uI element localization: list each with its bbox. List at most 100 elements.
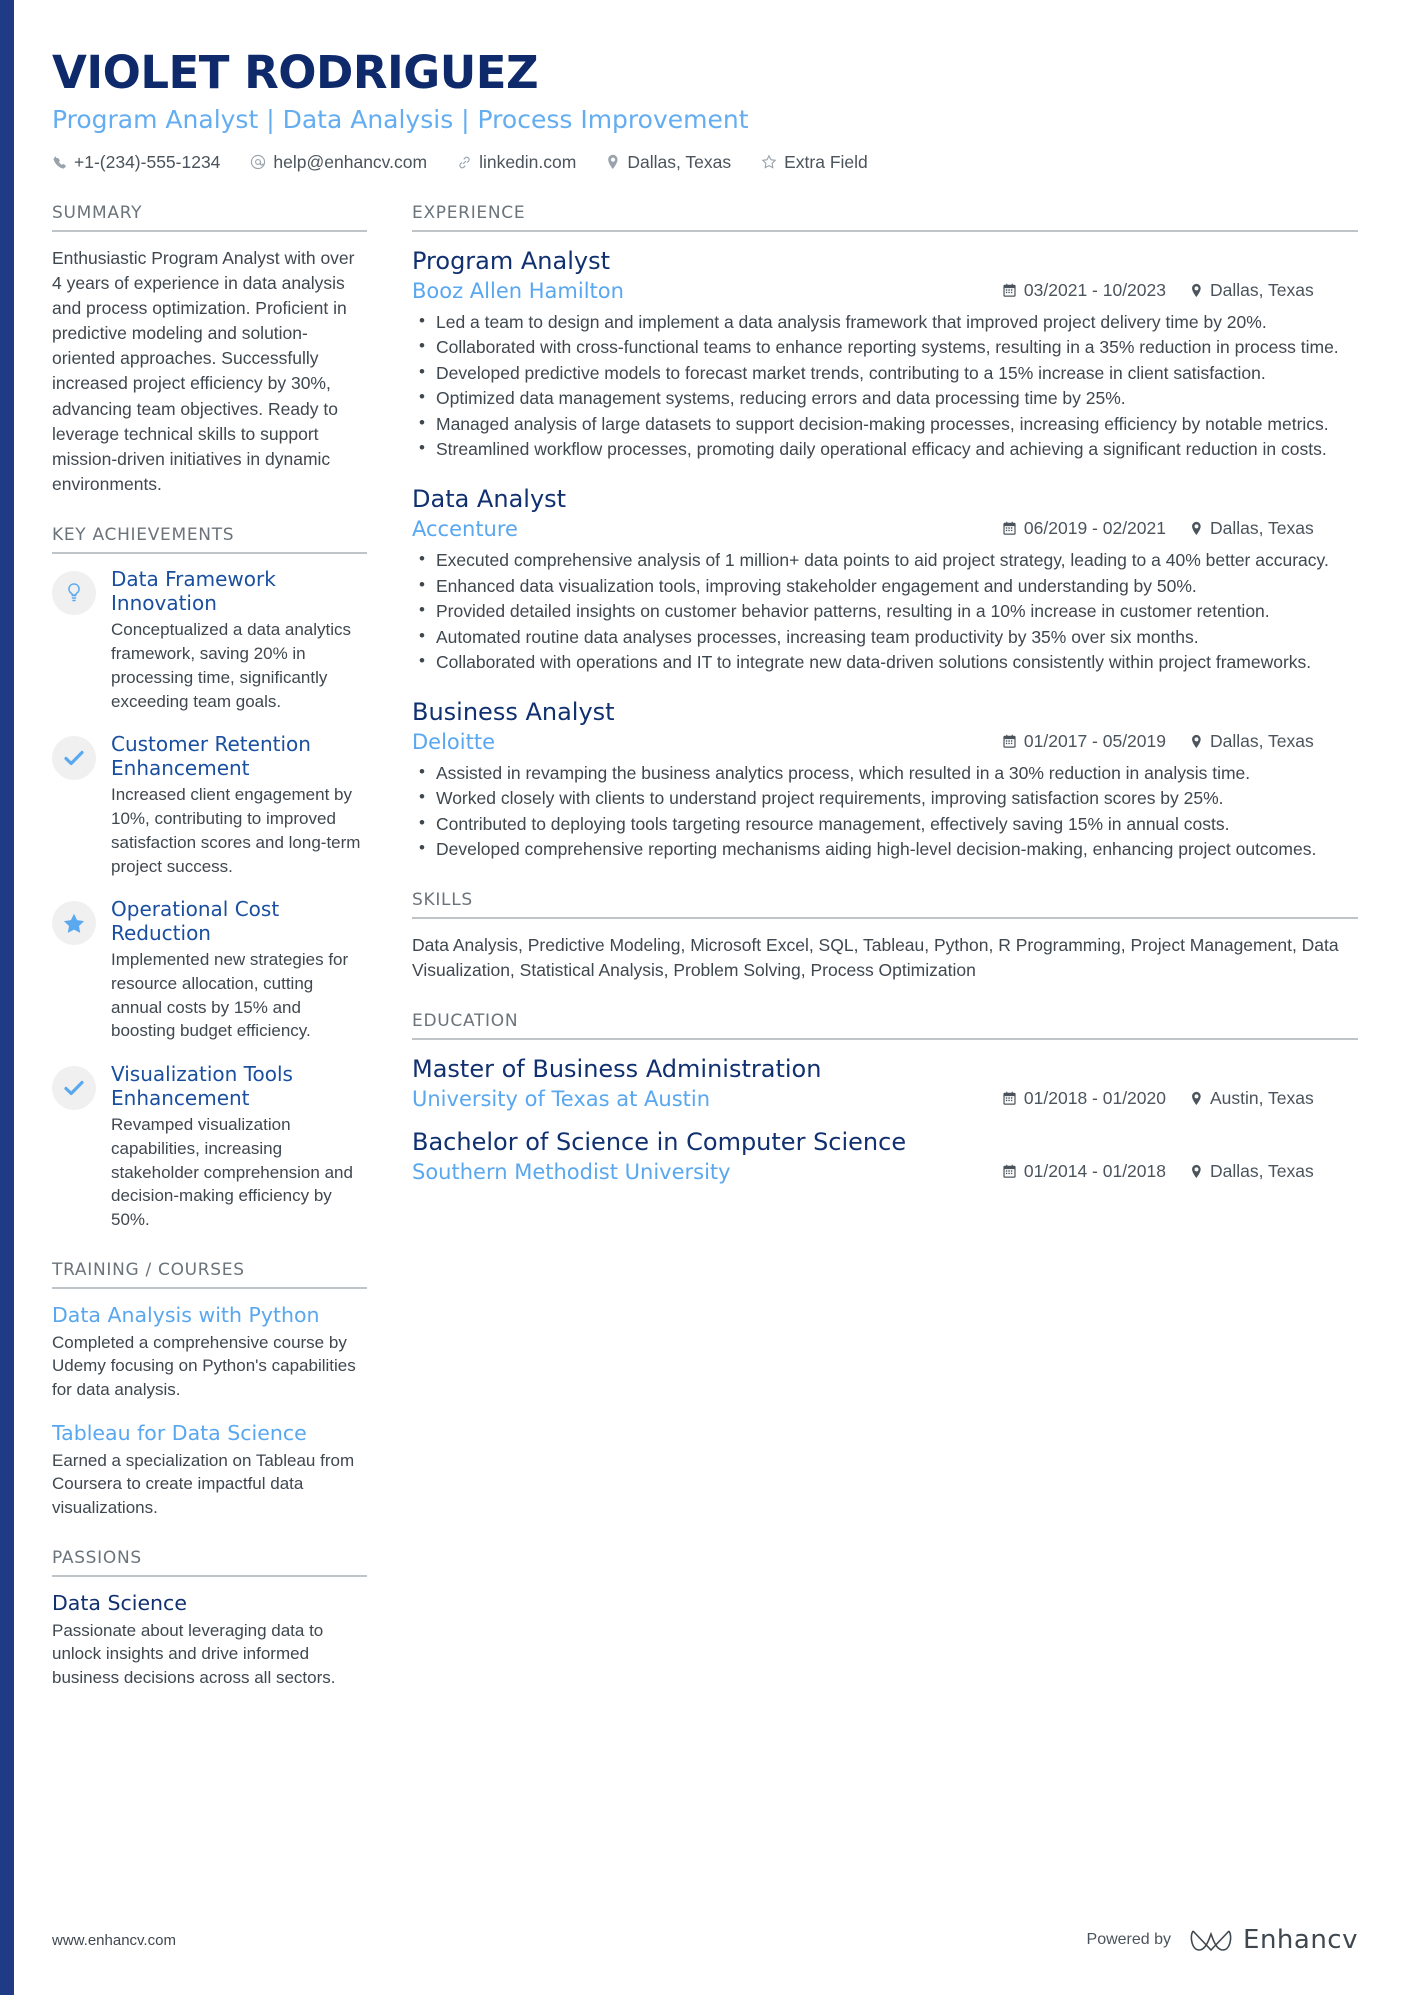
job-location: Dallas, Texas — [1190, 518, 1358, 539]
achievement-title: Operational Cost Reduction — [111, 897, 280, 945]
job-bullet: Worked closely with clients to understan… — [412, 785, 1358, 811]
contact-email[interactable]: help@enhancv.com — [250, 152, 427, 173]
education-section-title: EDUCATION — [412, 1011, 1358, 1041]
contact-link[interactable]: linkedin.com — [457, 152, 576, 173]
job-bullet: Collaborated with operations and IT to i… — [412, 649, 1358, 675]
left-accent-bar — [0, 0, 14, 1995]
link-icon — [457, 155, 472, 170]
location-pin-icon — [1190, 734, 1203, 749]
right-column: EXPERIENCE Program Analyst Booz Allen Ha… — [407, 203, 1358, 1719]
footer-website-url[interactable]: www.enhancv.com — [52, 1932, 176, 1949]
experience-item: Business Analyst Deloitte 01/2017 - 05/2… — [412, 697, 1358, 862]
job-bullet: Optimized data management systems, reduc… — [412, 385, 1358, 411]
contact-phone[interactable]: +1-(234)-555-1234 — [52, 152, 220, 173]
education-item: Master of Business Administration Univer… — [412, 1054, 1358, 1112]
education-degree: Bachelor of Science in Computer Science — [412, 1127, 907, 1156]
candidate-name: VIOLET RODRIGUEZ — [52, 46, 539, 99]
job-bullet: Assisted in revamping the business analy… — [412, 760, 1358, 786]
calendar-icon — [1002, 734, 1017, 749]
section-passions: PASSIONS Data Science Passionate about l… — [52, 1548, 367, 1690]
calendar-icon — [1002, 283, 1017, 298]
calendar-icon — [1002, 1091, 1017, 1106]
education-dates: 01/2014 - 01/2018 — [1002, 1161, 1166, 1182]
achievement-desc: Conceptualized a data analytics framewor… — [111, 620, 352, 711]
contact-extra-text: Extra Field — [784, 151, 868, 172]
education-location-text: Dallas, Texas — [1210, 1160, 1314, 1181]
contact-phone-text: +1-(234)-555-1234 — [74, 151, 221, 172]
section-key-achievements: KEY ACHIEVEMENTS Data Framework Innovati… — [52, 525, 367, 1232]
job-dates: 06/2019 - 02/2021 — [1002, 518, 1166, 539]
achievement-title: Customer Retention Enhancement — [111, 732, 311, 780]
enhancv-logo: Enhancv — [1189, 1925, 1358, 1955]
contact-row: +1-(234)-555-1234 help@enhancv.com linke… — [52, 152, 1358, 173]
section-skills: SKILLS Data Analysis, Predictive Modelin… — [412, 890, 1358, 983]
course-title: Data Analysis with Python — [52, 1303, 320, 1328]
section-summary: SUMMARY Enthusiastic Program Analyst wit… — [52, 203, 367, 498]
course-item: Tableau for Data Science Earned a specia… — [52, 1421, 367, 1520]
job-dates: 03/2021 - 10/2023 — [1002, 280, 1166, 301]
education-location-text: Austin, Texas — [1210, 1088, 1314, 1109]
section-experience: EXPERIENCE Program Analyst Booz Allen Ha… — [412, 203, 1358, 862]
passions-section-title: PASSIONS — [52, 1548, 367, 1578]
enhancv-wordmark: Enhancv — [1243, 1925, 1358, 1955]
job-location: Dallas, Texas — [1190, 280, 1358, 301]
training-section-title: TRAINING / COURSES — [52, 1260, 367, 1290]
job-bullet: Managed analysis of large datasets to su… — [412, 411, 1358, 437]
check-icon — [52, 736, 96, 781]
job-bullet: Provided detailed insights on customer b… — [412, 598, 1358, 624]
job-role: Data Analyst — [412, 484, 567, 513]
job-dates-text: 01/2017 - 05/2019 — [1023, 730, 1166, 751]
skills-section-title: SKILLS — [412, 890, 1358, 919]
job-dates-text: 03/2021 - 10/2023 — [1023, 279, 1166, 300]
resume-footer: www.enhancv.com Powered by Enhancv — [52, 1925, 1358, 1955]
job-location-text: Dallas, Texas — [1210, 517, 1314, 538]
education-school[interactable]: University of Texas at Austin — [412, 1086, 980, 1112]
contact-location: Dallas, Texas — [606, 152, 731, 173]
education-school[interactable]: Southern Methodist University — [412, 1159, 980, 1185]
education-item: Bachelor of Science in Computer Science … — [412, 1127, 1358, 1185]
education-dates-text: 01/2014 - 01/2018 — [1023, 1160, 1166, 1181]
job-bullet: Developed predictive models to forecast … — [412, 360, 1358, 386]
skills-text: Data Analysis, Predictive Modeling, Micr… — [412, 934, 1339, 980]
location-pin-icon — [1190, 1164, 1203, 1179]
lightbulb-icon — [52, 571, 96, 616]
job-location: Dallas, Texas — [1190, 731, 1358, 752]
contact-extra: Extra Field — [761, 152, 868, 173]
job-role: Business Analyst — [412, 697, 615, 726]
job-bullets: Executed comprehensive analysis of 1 mil… — [412, 547, 1358, 675]
contact-link-text: linkedin.com — [479, 151, 577, 172]
achievement-item: Data Framework Innovation Conceptualized… — [52, 568, 367, 713]
job-location-text: Dallas, Texas — [1210, 279, 1314, 300]
job-company[interactable]: Deloitte — [412, 729, 980, 755]
achievement-desc: Revamped visualization capabilities, inc… — [111, 1115, 353, 1230]
education-dates: 01/2018 - 01/2020 — [1002, 1088, 1166, 1109]
course-desc: Completed a comprehensive course by Udem… — [52, 1332, 356, 1400]
job-bullet: Led a team to design and implement a dat… — [412, 309, 1358, 335]
achievement-desc: Implemented new strategies for resource … — [111, 950, 349, 1041]
left-column: SUMMARY Enthusiastic Program Analyst wit… — [52, 203, 407, 1719]
location-pin-icon — [1190, 283, 1203, 298]
contact-location-text: Dallas, Texas — [627, 151, 732, 172]
achievement-item: Customer Retention Enhancement Increased… — [52, 733, 367, 878]
course-desc: Earned a specialization on Tableau from … — [52, 1450, 355, 1518]
achievement-desc: Increased client engagement by 10%, cont… — [111, 785, 361, 876]
job-dates-text: 06/2019 - 02/2021 — [1023, 517, 1166, 538]
calendar-icon — [1002, 521, 1017, 536]
achievement-title: Data Framework Innovation — [111, 567, 276, 615]
footer-brand: Powered by Enhancv — [1087, 1925, 1358, 1955]
job-location-text: Dallas, Texas — [1210, 730, 1314, 751]
job-bullet: Streamlined workflow processes, promotin… — [412, 436, 1358, 462]
job-company[interactable]: Accenture — [412, 516, 980, 542]
location-pin-icon — [1190, 1091, 1203, 1106]
job-dates: 01/2017 - 05/2019 — [1002, 731, 1166, 752]
job-company[interactable]: Booz Allen Hamilton — [412, 278, 980, 304]
resume-page: VIOLET RODRIGUEZ Program Analyst | Data … — [0, 0, 1410, 1995]
job-bullet: Contributed to deploying tools targeting… — [412, 811, 1358, 837]
passion-title: Data Science — [52, 1591, 187, 1616]
passion-item: Data Science Passionate about leveraging… — [52, 1591, 367, 1690]
course-title: Tableau for Data Science — [52, 1421, 307, 1446]
candidate-headline: Program Analyst | Data Analysis | Proces… — [52, 104, 749, 134]
achievement-item: Operational Cost Reduction Implemented n… — [52, 898, 367, 1043]
section-education: EDUCATION Master of Business Administrat… — [412, 1011, 1358, 1185]
course-item: Data Analysis with Python Completed a co… — [52, 1303, 367, 1402]
